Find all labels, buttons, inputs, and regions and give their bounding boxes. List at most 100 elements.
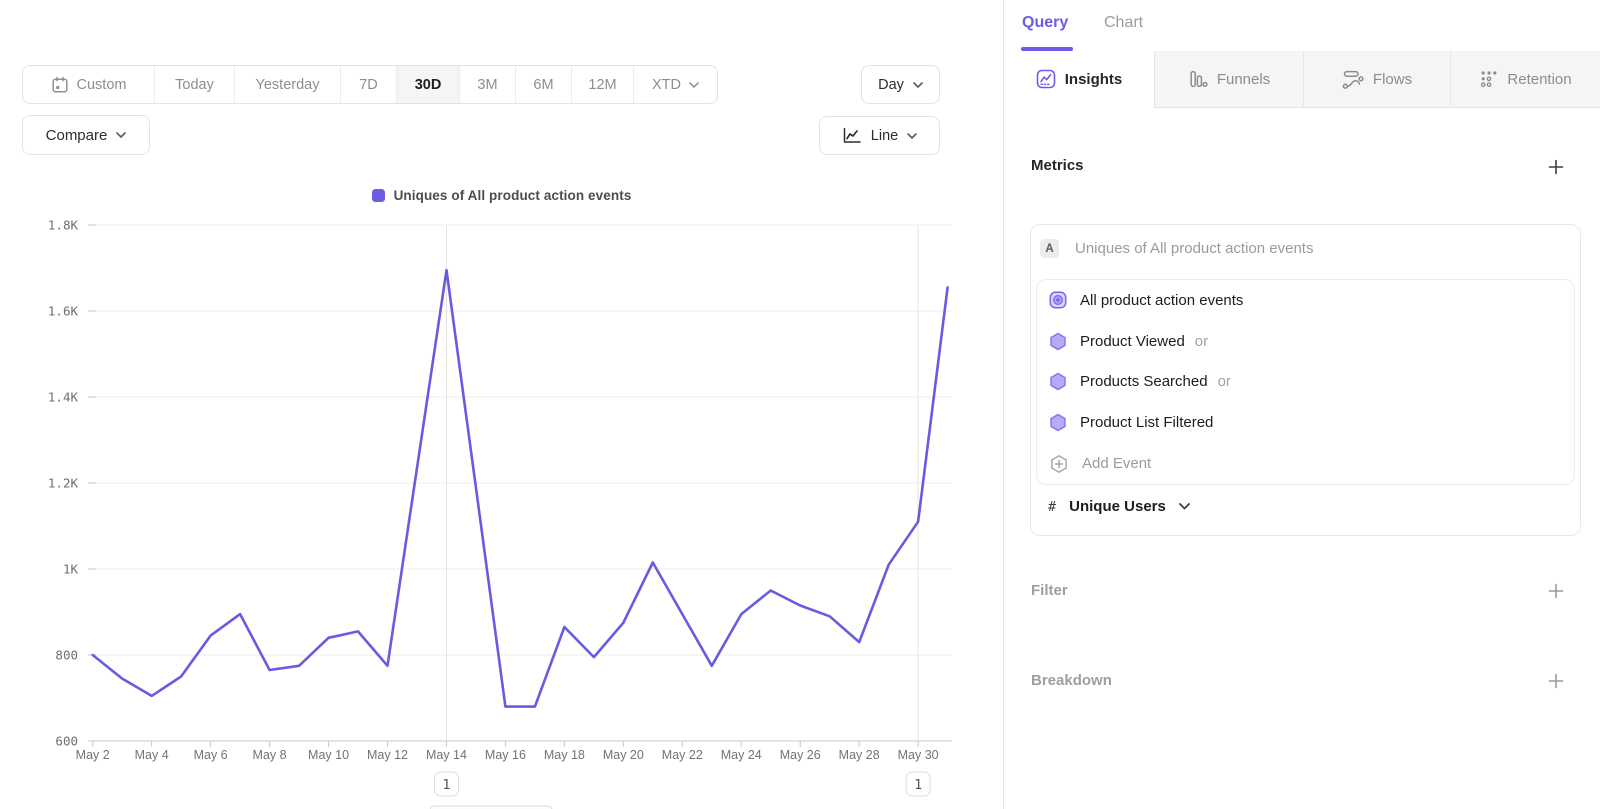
add-filter-button[interactable] [1548, 583, 1564, 599]
report-type-tabs: Insights Funnels Flows [1004, 51, 1600, 108]
metrics-heading: Metrics [1031, 157, 1084, 174]
range-custom-button[interactable]: Custom [23, 66, 155, 103]
x-tick-label: May 12 [367, 748, 408, 762]
range-xtd-button[interactable]: XTD [634, 66, 717, 103]
query-panel: Query Chart Insights Funnels [1003, 0, 1600, 809]
compare-label: Compare [46, 127, 108, 144]
add-event-label: Add Event [1082, 455, 1151, 472]
y-tick-label: 600 [55, 734, 78, 749]
range-12m-button[interactable]: 12M [572, 66, 634, 103]
tab-insights[interactable]: Insights [1004, 51, 1154, 108]
x-tick-label: May 30 [898, 748, 939, 762]
calendar-icon [51, 76, 69, 94]
filter-heading: Filter [1031, 582, 1068, 599]
range-today-button[interactable]: Today [155, 66, 235, 103]
series-line [93, 270, 948, 706]
event-row[interactable]: Product List Filtered [1037, 402, 1574, 443]
date-range-selector: Custom Today Yesterday 7D 30D 3M 6M 12M … [22, 65, 718, 104]
tab-query[interactable]: Query [1022, 14, 1068, 32]
add-metric-button[interactable] [1548, 159, 1564, 175]
range-yesterday-button[interactable]: Yesterday [235, 66, 341, 103]
x-tick-label: May 16 [485, 748, 526, 762]
event-operator: or [1195, 333, 1208, 350]
x-tick-label: May 20 [603, 748, 644, 762]
metric-title: Uniques of All product action events [1075, 240, 1313, 257]
x-tick-label: May 24 [721, 748, 762, 762]
chevron-down-icon [1179, 503, 1190, 510]
chevron-down-icon [689, 82, 699, 88]
range-30d-button[interactable]: 30D [397, 66, 460, 103]
tab-funnels[interactable]: Funnels [1154, 51, 1303, 108]
range-label: Custom [77, 77, 127, 93]
y-tick-label: 1K [63, 562, 79, 577]
event-hexagon-icon [1049, 372, 1067, 391]
line-chart-icon [842, 127, 862, 144]
metric-card: A Uniques of All product action events A… [1030, 224, 1581, 536]
tab-label: Insights [1065, 71, 1123, 88]
chart-pane: 1.8K1.6K1.4K1.2K1K800600May 2May 4May 6M… [0, 0, 1003, 809]
aggregation-label: Unique Users [1069, 498, 1166, 515]
chevron-down-icon [913, 82, 923, 88]
chevron-down-icon [116, 132, 126, 138]
metric-letter-badge: A [1040, 239, 1059, 258]
x-tick-label: May 22 [662, 748, 703, 762]
breakdown-heading: Breakdown [1031, 672, 1112, 689]
number-icon: # [1048, 499, 1056, 515]
legend-label: Uniques of All product action events [394, 188, 632, 203]
range-label: 12M [588, 77, 616, 93]
annotation-badge[interactable] [906, 772, 930, 796]
y-tick-label: 1.4K [48, 390, 79, 405]
granularity-button[interactable]: Day [861, 65, 940, 104]
insights-icon [1036, 69, 1056, 89]
range-label: 3M [477, 77, 497, 93]
active-tab-underline [1021, 47, 1073, 51]
event-hexagon-icon [1049, 332, 1067, 351]
event-hexagon-icon [1049, 413, 1067, 432]
chart-legend[interactable]: Uniques of All product action events [0, 188, 1003, 203]
event-row[interactable]: All product action events [1037, 280, 1574, 321]
event-row[interactable]: Product Viewed or [1037, 321, 1574, 362]
range-label: Yesterday [256, 77, 320, 93]
tab-label: Flows [1373, 71, 1412, 88]
x-tick-label: May 14 [426, 748, 467, 762]
legend-swatch [372, 189, 385, 202]
event-list: All product action events Product Viewed… [1036, 279, 1575, 485]
event-operator: or [1218, 373, 1231, 390]
y-tick-label: 1.2K [48, 476, 79, 491]
range-6m-button[interactable]: 6M [516, 66, 572, 103]
y-tick-label: 1.6K [48, 304, 79, 319]
y-tick-label: 1.8K [48, 218, 79, 233]
range-label: 30D [415, 77, 442, 93]
x-tick-label: May 28 [839, 748, 880, 762]
event-row[interactable]: Products Searched or [1037, 362, 1574, 403]
chevron-down-icon [907, 133, 917, 139]
compare-button[interactable]: Compare [22, 115, 150, 155]
chart-type-label: Line [871, 128, 898, 144]
x-tick-label: May 6 [194, 748, 228, 762]
tab-retention[interactable]: Retention [1450, 51, 1600, 108]
range-label: XTD [652, 77, 681, 93]
tab-flows[interactable]: Flows [1303, 51, 1450, 108]
event-name: Product Viewed [1080, 333, 1185, 350]
event-name: All product action events [1080, 292, 1243, 309]
chart-type-button[interactable]: Line [819, 116, 940, 155]
custom-event-icon [1049, 291, 1067, 309]
add-event-icon [1049, 454, 1069, 474]
range-7d-button[interactable]: 7D [341, 66, 397, 103]
aggregation-selector[interactable]: # Unique Users [1048, 498, 1190, 515]
add-breakdown-button[interactable] [1548, 673, 1564, 689]
range-label: 7D [359, 77, 378, 93]
range-3m-button[interactable]: 3M [460, 66, 516, 103]
x-tick-label: May 4 [135, 748, 169, 762]
x-tick-label: May 18 [544, 748, 585, 762]
annotation-badge[interactable] [434, 772, 458, 796]
metric-header[interactable]: A Uniques of All product action events [1040, 239, 1313, 258]
tab-chart[interactable]: Chart [1104, 14, 1143, 32]
funnels-icon [1188, 69, 1208, 89]
tab-label: Retention [1507, 71, 1571, 88]
add-event-button[interactable]: Add Event [1037, 443, 1574, 484]
granularity-label: Day [878, 77, 904, 93]
range-label: Today [175, 77, 214, 93]
x-tick-label: May 10 [308, 748, 349, 762]
range-label: 6M [533, 77, 553, 93]
